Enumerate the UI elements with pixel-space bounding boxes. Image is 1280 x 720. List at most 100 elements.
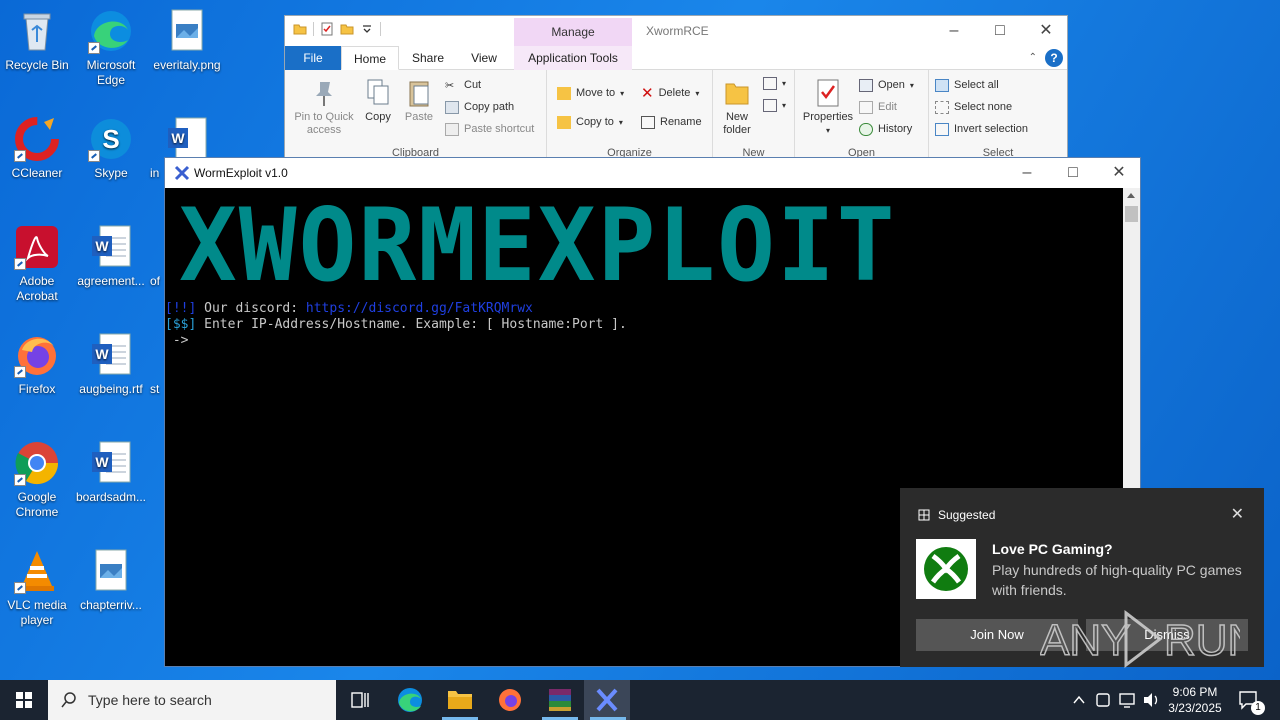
dropdown-arrow-icon: ▾ bbox=[620, 88, 625, 98]
taskbar-wormexploit[interactable] bbox=[584, 680, 630, 720]
instruction-line: [$$] Enter IP-Address/Hostname. Example:… bbox=[165, 317, 627, 333]
close-button[interactable]: ✕ bbox=[1096, 158, 1142, 188]
pin-to-quick-access-button[interactable]: Pin to Quick access bbox=[291, 78, 357, 137]
close-button[interactable]: ✕ bbox=[1023, 16, 1069, 46]
taskbar-search-box[interactable]: Type here to search bbox=[48, 680, 336, 720]
scroll-up-icon[interactable] bbox=[1127, 193, 1135, 198]
desktop-icon-augbeing[interactable]: W augbeing.rtf bbox=[74, 332, 148, 397]
tab-share[interactable]: Share bbox=[403, 46, 453, 70]
edit-button[interactable]: Edit bbox=[859, 98, 897, 116]
new-item-button[interactable]: ▾ bbox=[763, 74, 786, 92]
ribbon-group-open: Properties ▾ Open ▾ Edit History Open bbox=[795, 70, 929, 162]
properties-icon[interactable] bbox=[320, 22, 334, 36]
explorer-titlebar[interactable]: Manage XwormRCE – □ ✕ bbox=[285, 16, 1067, 46]
scroll-thumb[interactable] bbox=[1125, 206, 1138, 222]
history-button[interactable]: History bbox=[859, 120, 912, 138]
shortcut-arrow-icon bbox=[14, 258, 26, 270]
select-none-button[interactable]: Select none bbox=[935, 98, 1012, 116]
toast-close-icon[interactable]: ✕ bbox=[1231, 504, 1244, 524]
image-file-icon bbox=[88, 548, 134, 594]
collapse-ribbon-icon[interactable]: ⌃ bbox=[1029, 52, 1037, 63]
desktop-icon-chapterriv[interactable]: chapterriv... bbox=[74, 548, 148, 613]
taskbar: Type here to search 9:06 PM 3/23/2025 1 bbox=[0, 680, 1280, 720]
ribbon-group-organize: Move to ▾ Copy to ▾ ✕ Delete ▾ Rename Organi… bbox=[547, 70, 713, 162]
word-document-icon: W bbox=[88, 332, 134, 378]
properties-icon bbox=[814, 78, 842, 108]
ccleaner-icon bbox=[14, 116, 60, 162]
desktop-icon-adobe-acrobat[interactable]: Adobe Acrobat bbox=[0, 224, 74, 304]
tray-device-icon-button[interactable] bbox=[1092, 680, 1114, 720]
copy-button[interactable]: Copy bbox=[361, 78, 395, 124]
new-folder-icon[interactable] bbox=[340, 22, 354, 36]
cut-button[interactable]: ✂ Cut bbox=[445, 76, 481, 94]
tab-file[interactable]: File bbox=[285, 46, 341, 70]
clock-time: 9:06 PM bbox=[1172, 685, 1218, 699]
help-icon[interactable]: ? bbox=[1045, 49, 1063, 67]
taskbar-winrar[interactable] bbox=[536, 680, 584, 720]
desktop-icon-boardsadm[interactable]: W boardsadm... bbox=[74, 440, 148, 505]
tab-application-tools[interactable]: Application Tools bbox=[514, 46, 632, 70]
desktop: Recycle Bin CCleaner Adobe Acrobat Firef… bbox=[0, 0, 1280, 680]
maximize-button[interactable]: □ bbox=[1050, 158, 1096, 188]
invert-selection-button[interactable]: Invert selection bbox=[935, 120, 1028, 138]
file-explorer-window[interactable]: Manage XwormRCE – □ ✕ File Home Share Vi… bbox=[284, 15, 1068, 162]
history-icon bbox=[859, 122, 873, 136]
customize-dropdown-icon[interactable] bbox=[360, 22, 374, 36]
desktop-icon-label: CCleaner bbox=[11, 166, 63, 180]
task-view-button[interactable] bbox=[336, 680, 384, 720]
minimize-button[interactable]: – bbox=[931, 16, 977, 46]
tab-home[interactable]: Home bbox=[341, 46, 399, 70]
volume-button[interactable] bbox=[1140, 680, 1162, 720]
discord-link[interactable]: https://discord.gg/FatKRQMrwx bbox=[306, 301, 533, 316]
easy-access-button[interactable]: ▾ bbox=[763, 96, 786, 114]
skype-icon: S bbox=[88, 116, 134, 162]
rename-button[interactable]: Rename bbox=[641, 113, 702, 131]
taskbar-file-explorer[interactable] bbox=[436, 680, 484, 720]
show-hidden-icons-button[interactable] bbox=[1068, 680, 1090, 720]
desktop-icon-ccleaner[interactable]: CCleaner bbox=[0, 116, 74, 181]
recycle-bin-icon bbox=[14, 8, 60, 54]
folder-icon[interactable] bbox=[293, 22, 307, 36]
line-text: Our discord: bbox=[196, 301, 306, 316]
svg-text:W: W bbox=[95, 238, 109, 254]
desktop-icon-vlc[interactable]: VLC media player bbox=[0, 548, 74, 628]
word-document-icon: W bbox=[88, 224, 134, 270]
start-button[interactable] bbox=[0, 680, 48, 720]
invert-selection-icon bbox=[935, 122, 949, 136]
action-center-button[interactable]: 1 bbox=[1234, 680, 1265, 720]
tab-view[interactable]: View bbox=[459, 46, 509, 70]
desktop-icon-agreement[interactable]: W agreement... bbox=[74, 224, 148, 289]
desktop-icon-microsoft-edge[interactable]: Microsoft Edge bbox=[74, 8, 148, 88]
taskbar-firefox[interactable] bbox=[486, 680, 534, 720]
console-titlebar[interactable]: WormExploit v1.0 – □ ✕ bbox=[165, 158, 1140, 188]
move-to-button[interactable]: Move to ▾ bbox=[557, 84, 624, 102]
open-icon bbox=[859, 78, 873, 92]
paste-button[interactable]: Paste bbox=[401, 78, 437, 124]
image-file-icon bbox=[164, 8, 210, 54]
desktop-icon-recycle-bin[interactable]: Recycle Bin bbox=[0, 8, 74, 73]
copy-to-button[interactable]: Copy to ▾ bbox=[557, 113, 623, 131]
dropdown-arrow-icon: ▾ bbox=[782, 78, 787, 88]
search-icon bbox=[61, 692, 76, 708]
network-button[interactable] bbox=[1116, 680, 1138, 720]
desktop-icon-google-chrome[interactable]: Google Chrome bbox=[0, 440, 74, 520]
desktop-icon-firefox[interactable]: Firefox bbox=[0, 332, 74, 397]
new-folder-button[interactable]: New folder bbox=[719, 78, 755, 137]
properties-button[interactable]: Properties ▾ bbox=[799, 78, 857, 137]
line-text: Enter IP-Address/Hostname. Example: [ Ho… bbox=[196, 317, 627, 332]
desktop-icon-everitaly[interactable]: everitaly.png bbox=[150, 8, 224, 73]
minimize-button[interactable]: – bbox=[1004, 158, 1050, 188]
copy-path-button[interactable]: Copy path bbox=[445, 98, 514, 116]
input-prompt[interactable]: -> bbox=[165, 333, 189, 349]
desktop-icon-skype[interactable]: S Skype bbox=[74, 116, 148, 181]
paste-shortcut-button[interactable]: Paste shortcut bbox=[445, 120, 534, 138]
delete-button[interactable]: ✕ Delete ▾ bbox=[641, 84, 699, 102]
taskbar-edge[interactable] bbox=[386, 680, 434, 720]
taskbar-clock[interactable]: 9:06 PM 3/23/2025 bbox=[1160, 684, 1230, 716]
open-button[interactable]: Open ▾ bbox=[859, 76, 914, 94]
manage-contextual-tab[interactable]: Manage bbox=[514, 18, 632, 46]
select-all-button[interactable]: Select all bbox=[935, 76, 999, 94]
desktop-icon-label: boardsadm... bbox=[75, 490, 147, 504]
maximize-button[interactable]: □ bbox=[977, 16, 1023, 46]
clock-date: 3/23/2025 bbox=[1168, 701, 1222, 715]
